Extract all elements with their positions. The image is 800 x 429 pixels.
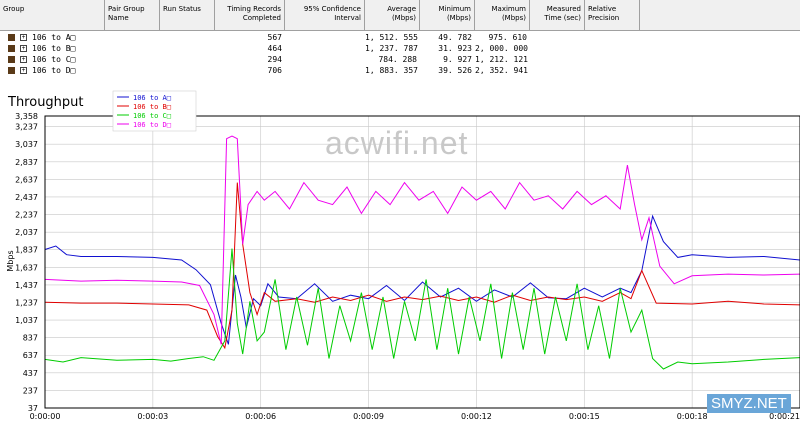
x-tick-label: 0:00:12 bbox=[461, 412, 492, 421]
pair-icon bbox=[8, 34, 15, 41]
table-header: Group Pair Group Name Run Status Timing … bbox=[0, 0, 800, 31]
y-tick-label: 1,237 bbox=[15, 298, 38, 307]
col-confidence-interval[interactable]: 95% Confidence Interval bbox=[285, 0, 365, 30]
watermark-acwifi: acwifi.net bbox=[325, 125, 469, 161]
expand-icon[interactable]: + bbox=[20, 56, 27, 63]
chart-title: Throughput bbox=[7, 95, 84, 110]
y-tick-label: 237 bbox=[23, 386, 38, 395]
col-minimum[interactable]: Minimum (Mbps) bbox=[420, 0, 475, 30]
y-tick-label: 837 bbox=[23, 334, 38, 343]
cell-maximum: 975. 610 bbox=[488, 33, 527, 42]
legend-label: 106 to A□ bbox=[133, 94, 171, 102]
cell-group-name: 106 to B□ bbox=[32, 44, 76, 53]
pair-icon bbox=[8, 45, 15, 52]
x-tick-label: 0:00:21 bbox=[769, 412, 800, 421]
cell-minimum: 39. 526 bbox=[438, 66, 472, 75]
cell-average: 1, 237. 787 bbox=[365, 44, 418, 53]
y-tick-label: 3,358 bbox=[15, 112, 38, 121]
cell-group-name: 106 to D□ bbox=[32, 66, 76, 75]
x-tick-label: 0:00:09 bbox=[353, 412, 384, 421]
y-tick-label: 1,037 bbox=[15, 316, 38, 325]
cell-maximum: 1, 212. 121 bbox=[475, 55, 528, 64]
y-tick-label: 2,437 bbox=[15, 193, 38, 202]
y-tick-label: 2,837 bbox=[15, 158, 38, 167]
cell-minimum: 49. 782 bbox=[438, 33, 472, 42]
watermark-smyz: SMYZ.NET bbox=[707, 394, 791, 413]
cell-maximum: 2, 000. 000 bbox=[475, 44, 528, 53]
legend-label: 106 to D□ bbox=[133, 121, 171, 129]
results-table: Group Pair Group Name Run Status Timing … bbox=[0, 0, 800, 80]
col-run-status[interactable]: Run Status bbox=[160, 0, 215, 30]
col-average[interactable]: Average (Mbps) bbox=[365, 0, 420, 30]
legend-label: 106 to C□ bbox=[133, 112, 171, 120]
col-timing-records[interactable]: Timing Records Completed bbox=[215, 0, 285, 30]
y-tick-label: 1,437 bbox=[15, 281, 38, 290]
cell-average: 1, 883. 357 bbox=[365, 66, 418, 75]
expand-icon[interactable]: + bbox=[20, 67, 27, 74]
y-tick-label: 3,237 bbox=[15, 123, 38, 132]
table-row[interactable]: +106 to A□ 567 1, 512. 555 49. 782 975. 610 bbox=[0, 32, 800, 43]
cell-records: 294 bbox=[267, 55, 282, 64]
cell-maximum: 2, 352. 941 bbox=[475, 66, 528, 75]
x-tick-label: 0:00:18 bbox=[677, 412, 708, 421]
y-tick-label: 1,837 bbox=[15, 246, 38, 255]
y-tick-label: 2,637 bbox=[15, 175, 38, 184]
pair-icon bbox=[8, 56, 15, 63]
y-tick-label: 2,237 bbox=[15, 211, 38, 220]
table-row[interactable]: +106 to B□ 464 1, 237. 787 31. 923 2, 000. 0… bbox=[0, 43, 800, 54]
cell-average: 784. 288 bbox=[378, 55, 417, 64]
x-tick-label: 0:00:06 bbox=[245, 412, 276, 421]
cell-group-name: 106 to C□ bbox=[32, 55, 76, 64]
expand-icon[interactable]: + bbox=[20, 34, 27, 41]
y-tick-label: 437 bbox=[23, 369, 38, 378]
y-tick-label: 3,037 bbox=[15, 140, 38, 149]
cell-records: 706 bbox=[267, 66, 282, 75]
cell-average: 1, 512. 555 bbox=[365, 33, 418, 42]
x-tick-label: 0:00:03 bbox=[137, 412, 168, 421]
col-measured-time[interactable]: Measured Time (sec) bbox=[530, 0, 585, 30]
legend-label: 106 to B□ bbox=[133, 103, 171, 111]
expand-icon[interactable]: + bbox=[20, 45, 27, 52]
cell-minimum: 31. 923 bbox=[438, 44, 472, 53]
col-maximum[interactable]: Maximum (Mbps) bbox=[475, 0, 530, 30]
cell-minimum: 9. 927 bbox=[443, 55, 472, 64]
y-tick-label: 637 bbox=[23, 351, 38, 360]
table-row[interactable]: +106 to C□ 294 784. 288 9. 927 1, 212. 121 bbox=[0, 54, 800, 65]
cell-group-name: 106 to A□ bbox=[32, 33, 76, 42]
y-axis-label: Mbps bbox=[6, 250, 15, 271]
col-relative-precision[interactable]: Relative Precision bbox=[585, 0, 640, 30]
y-tick-label: 2,037 bbox=[15, 228, 38, 237]
x-tick-label: 0:00:00 bbox=[30, 412, 61, 421]
pair-icon bbox=[8, 67, 15, 74]
x-tick-label: 0:00:15 bbox=[569, 412, 600, 421]
table-row[interactable]: +106 to D□ 706 1, 883. 357 39. 526 2, 352. 9… bbox=[0, 65, 800, 76]
col-pair-group-name[interactable]: Pair Group Name bbox=[105, 0, 160, 30]
cell-records: 567 bbox=[267, 33, 282, 42]
col-group[interactable]: Group bbox=[0, 0, 105, 30]
cell-records: 464 bbox=[267, 44, 282, 53]
y-tick-label: 1,637 bbox=[15, 263, 38, 272]
